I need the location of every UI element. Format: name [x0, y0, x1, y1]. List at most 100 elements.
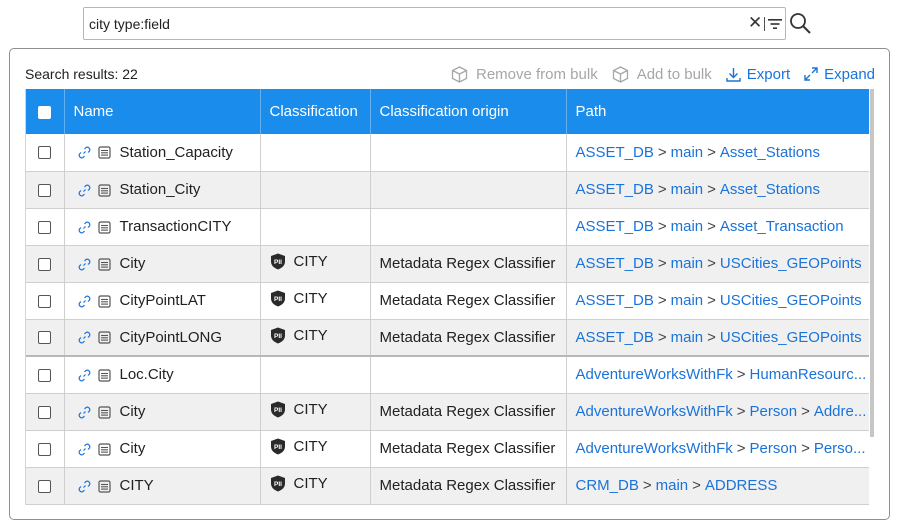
path-link[interactable]: ASSET_DB — [576, 144, 654, 161]
path-link[interactable]: Asset_Transaction — [720, 218, 844, 235]
link-icon[interactable] — [78, 258, 91, 271]
link-icon[interactable] — [78, 443, 91, 456]
pii-shield-icon: PII — [270, 438, 285, 455]
select-all-checkbox[interactable] — [38, 105, 52, 119]
divider — [764, 17, 765, 31]
path-separator: > — [736, 403, 746, 420]
row-checkbox[interactable] — [38, 442, 52, 456]
field-icon — [97, 479, 111, 493]
path-link[interactable]: ASSET_DB — [576, 329, 654, 346]
link-icon[interactable] — [78, 406, 91, 419]
path-link[interactable]: Addre... — [814, 403, 867, 420]
path-link[interactable]: AdventureWorksWithFk — [576, 403, 733, 420]
path-separator: > — [707, 143, 716, 161]
field-name[interactable]: City — [120, 255, 146, 272]
row-checkbox[interactable] — [38, 257, 52, 271]
path-link[interactable]: AdventureWorksWithFk — [576, 440, 733, 457]
field-name[interactable]: City — [120, 403, 146, 420]
path-link[interactable]: main — [671, 255, 704, 272]
row-checkbox[interactable] — [38, 479, 52, 493]
vertical-scrollbar[interactable] — [870, 89, 874, 437]
field-name[interactable]: Station_Capacity — [120, 144, 233, 161]
name-cell: TransactionCITY — [64, 208, 261, 246]
field-name[interactable]: TransactionCITY — [120, 218, 232, 235]
classification-origin-cell: Metadata Regex Classifier — [370, 245, 567, 283]
path-link[interactable]: ASSET_DB — [576, 218, 654, 235]
box-add-icon — [612, 65, 628, 83]
path-link[interactable]: ASSET_DB — [576, 181, 654, 198]
link-icon[interactable] — [78, 480, 91, 493]
table-row[interactable]: CityPointLONG PII CITY Metadata Regex Class… — [26, 319, 869, 357]
path-link[interactable]: Asset_Stations — [720, 181, 820, 198]
link-icon[interactable] — [78, 295, 91, 308]
row-checkbox[interactable] — [38, 146, 52, 160]
field-name[interactable]: CityPointLONG — [120, 329, 223, 346]
column-header-path[interactable]: Path — [566, 89, 869, 134]
path-link[interactable]: main — [671, 329, 704, 346]
path-link[interactable]: CRM_DB — [576, 477, 639, 494]
path-link[interactable]: ADDRESS — [705, 477, 778, 494]
path-link[interactable]: main — [671, 292, 704, 309]
row-checkbox[interactable] — [38, 405, 52, 419]
path-link[interactable]: Person — [750, 440, 798, 457]
row-checkbox[interactable] — [38, 294, 52, 308]
link-icon[interactable] — [78, 331, 91, 344]
field-name[interactable]: Loc.City — [120, 366, 174, 383]
table-row[interactable]: Loc.City AdventureWorksWithFk > HumanResour… — [26, 355, 869, 394]
path-link[interactable]: USCities_GEOPoints — [720, 255, 862, 272]
path-link[interactable]: Perso... — [814, 440, 866, 457]
link-icon[interactable] — [78, 221, 91, 234]
export-button[interactable]: Export — [726, 66, 790, 83]
row-checkbox[interactable] — [38, 368, 52, 382]
search-input[interactable] — [89, 8, 739, 39]
path-link[interactable]: Asset_Stations — [720, 144, 820, 161]
table-row[interactable]: City PII CITY Metadata Regex Classifier ASSE… — [26, 245, 869, 283]
path-link[interactable]: ASSET_DB — [576, 255, 654, 272]
name-cell: Station_City — [64, 171, 261, 209]
field-name[interactable]: City — [120, 440, 146, 457]
table-row[interactable]: CITY PII CITY Metadata Regex Classifier CRM_… — [26, 467, 869, 505]
field-name[interactable]: CityPointLAT — [120, 292, 206, 309]
path-link[interactable]: HumanResourc... — [750, 366, 867, 383]
field-name[interactable]: Station_City — [120, 181, 201, 198]
link-icon[interactable] — [78, 146, 91, 159]
add-to-bulk-button[interactable]: Add to bulk — [612, 66, 712, 83]
classification-origin-cell — [370, 355, 567, 394]
row-checkbox[interactable] — [38, 220, 52, 234]
classification-label: CITY — [293, 401, 328, 418]
path-cell: ASSET_DB > main > USCities_GEOPoints — [566, 245, 869, 283]
row-icons — [78, 183, 111, 197]
path-link[interactable]: Person — [750, 403, 798, 420]
row-select-cell — [26, 319, 65, 357]
row-checkbox[interactable] — [38, 183, 52, 197]
remove-from-bulk-button[interactable]: Remove from bulk — [451, 66, 598, 83]
row-checkbox[interactable] — [38, 331, 52, 345]
table-row[interactable]: City PII CITY Metadata Regex Classifier Adve… — [26, 393, 869, 431]
table-row[interactable]: Station_City ASSET_DB > main > Asset_Stations — [26, 171, 869, 209]
column-header-name[interactable]: Name — [64, 89, 261, 134]
link-icon[interactable] — [78, 369, 91, 382]
path-link[interactable]: main — [671, 181, 704, 198]
filter-icon[interactable] — [768, 18, 782, 30]
path-link[interactable]: main — [671, 218, 704, 235]
path-link[interactable]: ASSET_DB — [576, 292, 654, 309]
path-link[interactable]: main — [656, 477, 689, 494]
name-cell: CityPointLAT — [64, 282, 261, 320]
path-link[interactable]: main — [671, 144, 704, 161]
column-header-classification[interactable]: Classification — [260, 89, 371, 134]
path-link[interactable]: AdventureWorksWithFk — [576, 366, 733, 383]
path-separator: > — [657, 181, 667, 198]
path-link[interactable]: USCities_GEOPoints — [720, 292, 862, 309]
field-name[interactable]: CITY — [120, 477, 154, 494]
column-header-classification-origin[interactable]: Classification origin — [370, 89, 567, 134]
close-icon[interactable]: ✕ — [748, 14, 762, 31]
path-link[interactable]: USCities_GEOPoints — [720, 329, 862, 346]
table-row[interactable]: Station_Capacity ASSET_DB > main > Asset_Stat… — [26, 134, 869, 172]
table-row[interactable]: CityPointLAT PII CITY Metadata Regex Classi… — [26, 282, 869, 320]
link-icon[interactable] — [78, 184, 91, 197]
expand-button[interactable]: Expand — [804, 66, 875, 83]
search-icon[interactable] — [789, 12, 813, 36]
table-row[interactable]: TransactionCITY ASSET_DB > main > Asset_Trans… — [26, 208, 869, 246]
table-row[interactable]: City PII CITY Metadata Regex Classifier Adve… — [26, 430, 869, 468]
path-separator: > — [707, 328, 716, 346]
